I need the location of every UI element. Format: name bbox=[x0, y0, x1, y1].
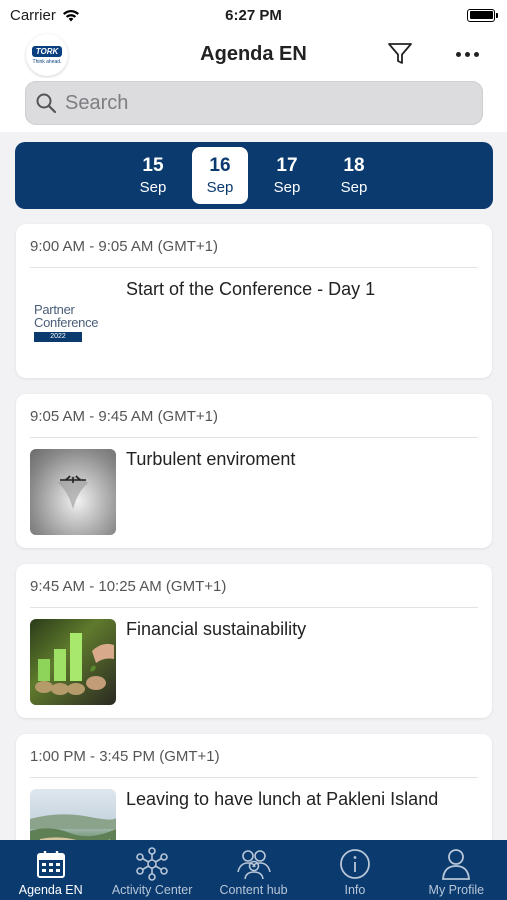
info-icon bbox=[340, 849, 370, 879]
tab-label: My Profile bbox=[428, 883, 485, 897]
divider bbox=[30, 267, 478, 268]
date-item-15[interactable]: 15 Sep bbox=[125, 147, 181, 204]
search-input[interactable] bbox=[65, 91, 445, 115]
people-group-icon bbox=[236, 850, 271, 880]
tab-label: Info bbox=[344, 883, 366, 897]
session-card[interactable]: 9:05 AM - 9:45 AM (GMT+1) Turbulent envi… bbox=[16, 394, 492, 548]
tab-info[interactable]: Info bbox=[304, 840, 405, 900]
filter-button[interactable] bbox=[385, 39, 415, 69]
search-bar[interactable] bbox=[25, 81, 483, 125]
tab-label: Content hub bbox=[219, 883, 288, 897]
logo-line-1: Partner bbox=[34, 301, 75, 317]
tab-label: Activity Center bbox=[111, 883, 193, 897]
date-month: Sep bbox=[340, 178, 368, 196]
session-time: 1:00 PM - 3:45 PM (GMT+1) bbox=[30, 748, 220, 765]
session-time: 9:05 AM - 9:45 AM (GMT+1) bbox=[30, 408, 218, 425]
carrier-label: Carrier bbox=[10, 6, 56, 24]
session-title: Leaving to have lunch at Pakleni Island bbox=[126, 789, 439, 809]
session-time: 9:45 AM - 10:25 AM (GMT+1) bbox=[30, 578, 227, 595]
session-card[interactable]: 9:00 AM - 9:05 AM (GMT+1) Partner Confer… bbox=[16, 224, 492, 378]
logo-year: 2022 bbox=[34, 331, 82, 342]
tab-agenda[interactable]: Agenda EN bbox=[0, 840, 101, 900]
more-dot bbox=[464, 51, 470, 57]
tab-label: Agenda EN bbox=[18, 883, 83, 897]
battery-icon bbox=[467, 8, 498, 22]
session-title: Start of the Conference - Day 1 bbox=[126, 279, 376, 299]
date-item-18[interactable]: 18 Sep bbox=[326, 147, 382, 204]
calendar-icon bbox=[36, 851, 65, 878]
divider bbox=[30, 777, 478, 778]
partner-conference-logo: Partner Conference 2022 bbox=[30, 279, 116, 365]
nav-bar: TORK Think ahead. Agenda EN bbox=[0, 30, 507, 78]
person-icon bbox=[442, 849, 471, 880]
logo-line-2: Conference bbox=[34, 314, 99, 330]
session-title: Financial sustainability bbox=[126, 619, 307, 639]
filter-icon bbox=[388, 43, 412, 64]
logo-text: TORK bbox=[31, 45, 63, 57]
tab-activity-center[interactable]: Activity Center bbox=[101, 840, 202, 900]
date-month: Sep bbox=[273, 178, 301, 196]
tork-logo[interactable]: TORK Think ahead. bbox=[26, 34, 68, 76]
airplane-icon bbox=[58, 475, 88, 509]
tab-my-profile[interactable]: My Profile bbox=[406, 840, 507, 900]
more-dot bbox=[455, 51, 461, 57]
status-bar: Carrier 6:27 PM bbox=[0, 0, 507, 30]
session-card[interactable]: 9:45 AM - 10:25 AM (GMT+1) Financial sus… bbox=[16, 564, 492, 718]
date-day: 15 bbox=[142, 154, 164, 176]
date-day: 17 bbox=[276, 154, 298, 176]
page-title: Agenda EN bbox=[200, 42, 307, 65]
divider bbox=[30, 437, 478, 438]
turbulence-image bbox=[30, 449, 116, 535]
date-month: Sep bbox=[139, 178, 167, 196]
session-title: Turbulent enviroment bbox=[126, 449, 296, 469]
date-day: 16 bbox=[209, 154, 231, 176]
more-options-button[interactable] bbox=[450, 39, 484, 69]
session-time: 9:00 AM - 9:05 AM (GMT+1) bbox=[30, 238, 218, 255]
wifi-icon bbox=[62, 9, 79, 21]
logo-tagline: Think ahead. bbox=[32, 58, 62, 65]
finance-image bbox=[30, 619, 116, 705]
network-icon bbox=[136, 847, 168, 881]
search-area bbox=[0, 78, 507, 132]
date-day: 18 bbox=[343, 154, 365, 176]
divider bbox=[30, 607, 478, 608]
battery-fill bbox=[469, 11, 493, 19]
tab-bar: Agenda EN Activity Center Content hub In… bbox=[0, 840, 507, 900]
date-item-17[interactable]: 17 Sep bbox=[259, 147, 315, 204]
growth-bars-icon bbox=[35, 633, 114, 695]
more-dot bbox=[473, 51, 479, 57]
date-selector: 15 Sep 16 Sep 17 Sep 18 Sep bbox=[15, 142, 493, 209]
date-item-16[interactable]: 16 Sep bbox=[192, 147, 248, 204]
tab-content-hub[interactable]: Content hub bbox=[203, 840, 304, 900]
date-month: Sep bbox=[206, 178, 234, 196]
search-icon bbox=[36, 93, 57, 114]
